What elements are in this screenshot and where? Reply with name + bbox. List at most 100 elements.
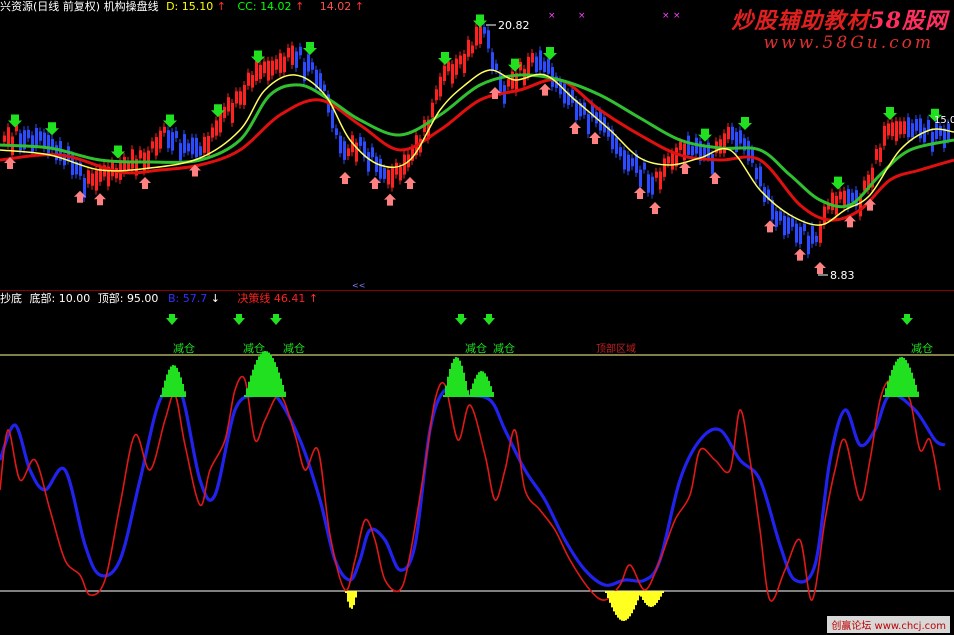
oversold-bar (660, 591, 662, 597)
candle-body (163, 126, 166, 133)
candle-body (395, 162, 398, 175)
overbought-bar (486, 376, 488, 397)
overbought-bar (445, 385, 447, 397)
decision-value: 46.41 (273, 292, 306, 305)
oversold-bar (351, 591, 353, 609)
buy-arrow-icon (384, 193, 396, 206)
oversold-bar (615, 591, 617, 615)
candle-body (355, 142, 358, 162)
oversold-bar (654, 591, 656, 606)
candle-body (723, 133, 726, 154)
candle-body (291, 45, 294, 65)
overbought-bar (897, 358, 899, 397)
candle-body (799, 226, 802, 245)
d-arrow-icon: ↑ (216, 0, 226, 13)
sell-arrow-icon (883, 107, 897, 120)
reduce-arrow-icon (483, 314, 495, 325)
oversold-bar (609, 591, 611, 603)
candle-body (167, 130, 170, 149)
oversold-bar (355, 591, 357, 598)
oversold-bar (650, 591, 652, 607)
overbought-bar (262, 351, 264, 397)
oversold-bar (631, 591, 633, 614)
oversold-bar (638, 591, 640, 593)
candle-body (939, 126, 942, 136)
overbought-bar (465, 381, 467, 397)
buy-arrow-icon (634, 187, 646, 199)
sell-arrow-icon (251, 50, 265, 64)
overbought-bar (280, 378, 282, 397)
candle-body (491, 52, 494, 71)
candle-body (547, 58, 550, 74)
candle-body (27, 129, 30, 139)
chart-window[interactable]: × × × × 20.82 8.83 15.0 << 减仓 减仓 减仓 减仓 减仓 减仓 顶部区域 兴资源(… (0, 0, 954, 635)
candle-body (795, 223, 798, 243)
overbought-bar (480, 371, 482, 397)
reduce-arrow-icon (901, 314, 913, 325)
candle-body (155, 137, 158, 156)
bottom-label: 底部: (29, 292, 56, 305)
candle-body (179, 143, 182, 161)
candle-body (619, 147, 622, 157)
sell-arrow-icon (831, 176, 845, 190)
candle-body (819, 224, 822, 243)
candle-body (247, 72, 250, 86)
overbought-bar (266, 351, 268, 397)
candle-body (655, 171, 658, 178)
oversold-bar (658, 591, 660, 600)
overbought-bar (915, 384, 917, 397)
candle-body (215, 120, 218, 136)
overbought-bar (482, 371, 484, 397)
buy-arrow-icon (864, 198, 876, 211)
candle-body (651, 176, 654, 195)
buy-arrow-icon (369, 177, 381, 189)
chart-canvas[interactable]: × × × ×20.828.8315.0<<减仓 减仓 减仓 减仓 减仓 减仓顶部区域 (0, 0, 954, 635)
buy-arrow-icon (814, 262, 826, 274)
candle-body (195, 137, 198, 158)
candle-body (791, 218, 794, 227)
candle-body (451, 64, 454, 84)
oversold-bar (347, 591, 349, 602)
overbought-bar (272, 358, 274, 397)
candle-body (191, 137, 194, 155)
oversold-bar (633, 591, 635, 610)
candle-body (211, 127, 214, 138)
oversold-bar (662, 591, 664, 593)
candle-body (543, 61, 546, 73)
candle-body (287, 47, 290, 58)
cc-arrow-icon: ↑ (295, 0, 305, 13)
overbought-bar (476, 374, 478, 397)
main-header: 兴资源(日线 前复权) 机构操盘线 D: 15.10 ↑ CC: 14.02 ↑… (0, 0, 364, 14)
d-value: 15.10 (181, 0, 214, 13)
candle-body (311, 62, 314, 70)
overbought-bar (172, 365, 174, 397)
candle-body (19, 133, 22, 151)
sell-arrow-icon (111, 145, 125, 159)
candle-body (91, 173, 94, 186)
candle-body (323, 84, 326, 92)
pane-separator[interactable] (0, 290, 954, 291)
candle-body (239, 91, 242, 105)
overbought-bar (889, 375, 891, 397)
candle-body (267, 60, 270, 81)
candle-body (487, 30, 490, 49)
reduce-label: 减仓 (465, 341, 487, 355)
overbought-bar (901, 357, 903, 397)
sell-arrow-icon (473, 14, 487, 28)
oversold-bar (611, 591, 613, 608)
overbought-bar (447, 376, 449, 397)
oversold-bar (642, 591, 644, 600)
candle-body (691, 146, 694, 156)
candle-body (339, 135, 342, 154)
candle-body (31, 135, 34, 152)
candle-body (431, 102, 434, 118)
candle-body (923, 127, 926, 143)
buy-arrow-icon (339, 172, 351, 184)
overbought-bar (164, 380, 166, 397)
cc-value: 14.02 (260, 0, 292, 13)
oversold-bar (349, 591, 351, 608)
reduce-arrow-icon (166, 314, 178, 325)
scroll-marker-icon: << (352, 281, 365, 290)
candle-body (527, 56, 530, 77)
overbought-bar (478, 372, 480, 397)
